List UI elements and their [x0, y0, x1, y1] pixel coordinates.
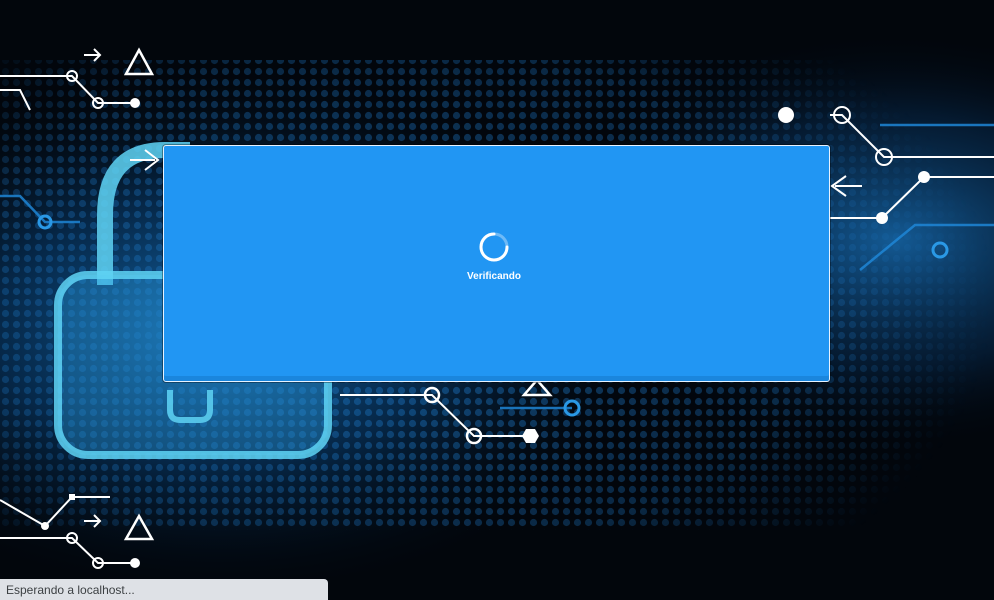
spinner-icon: [479, 232, 509, 262]
verification-dialog: Verificando: [163, 145, 830, 382]
browser-status-bar: Esperando a localhost...: [0, 579, 328, 600]
loading-text: Verificando: [467, 271, 521, 282]
